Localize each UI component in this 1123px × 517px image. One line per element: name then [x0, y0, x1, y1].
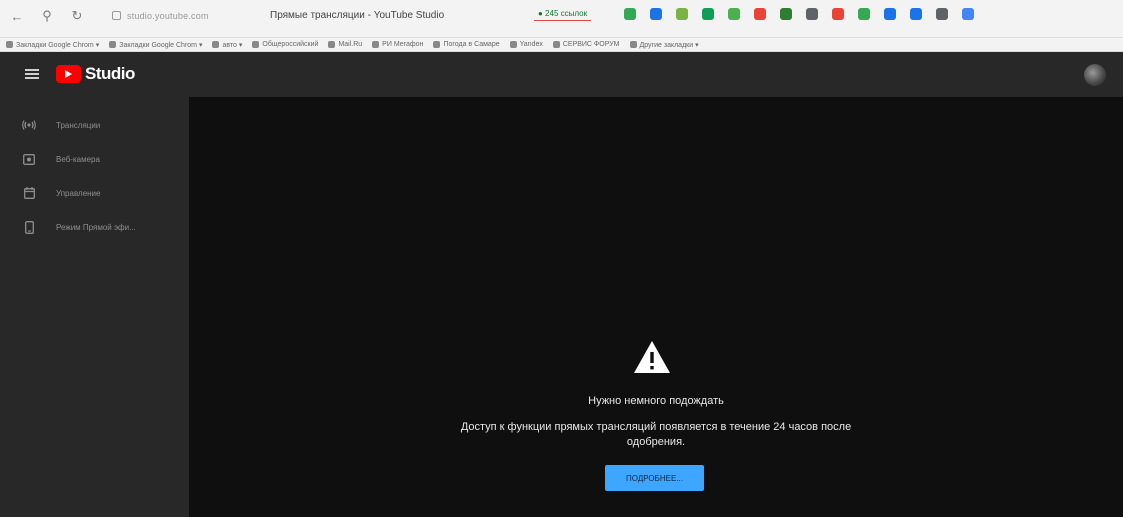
sidebar-item-label: Управление: [56, 188, 101, 198]
bookmark-item[interactable]: Другие закладки ▾: [629, 41, 699, 49]
bookmark-icon: [372, 41, 380, 48]
sidebar-item-label: Режим Прямой эфи...: [56, 222, 136, 232]
avatar[interactable]: [1084, 64, 1106, 86]
learn-more-button[interactable]: ПОДРОБНЕЕ...: [605, 465, 704, 491]
extension-icon[interactable]: [728, 8, 740, 20]
sidebar: Трансляции Веб-камера Управление Режим П…: [0, 97, 189, 517]
bookmarks-bar: Закладки Google Chrom ▾ Закладки Google C…: [0, 38, 1123, 52]
reload-icon[interactable]: ↻: [68, 7, 86, 25]
logo-text: Studio: [85, 64, 135, 83]
webcam-icon: [22, 153, 36, 165]
link-count-badge[interactable]: ● 245 ссылок: [534, 9, 592, 21]
bookmark-icon: [212, 41, 220, 48]
extension-icon[interactable]: [650, 8, 662, 20]
sidebar-item-webcam[interactable]: Веб-камера: [22, 149, 100, 169]
extension-icon[interactable]: [806, 8, 818, 20]
bookmark-icon: [509, 41, 517, 48]
sidebar-item-label: Трансляции: [56, 120, 101, 130]
bookmark-item[interactable]: Погода в Самаре: [433, 41, 500, 48]
bookmark-item[interactable]: Закладки Google Chrom ▾: [109, 41, 202, 49]
bookmark-icon: [552, 41, 560, 48]
account-icon[interactable]: ⚲: [38, 7, 56, 25]
browser-nav: ← ⚲ ↻: [8, 7, 98, 25]
extension-icon[interactable]: [884, 8, 896, 20]
bookmark-label: Yandex: [519, 41, 543, 48]
live-icon: [22, 119, 36, 131]
bookmark-label: Общероссийский: [262, 41, 319, 48]
bookmark-item[interactable]: Mail.Ru: [328, 41, 362, 48]
bookmark-icon: [109, 41, 117, 48]
extensions-toolbar: [624, 8, 988, 20]
bookmark-label: Другие закладки ▾: [639, 41, 699, 49]
message-title: Нужно немного подождать: [588, 395, 724, 407]
warning-icon: [634, 341, 670, 373]
sidebar-item-mobile-live[interactable]: Режим Прямой эфи...: [22, 217, 136, 237]
bookmark-icon: [433, 41, 441, 48]
bookmark-label: СЕРВИС ФОРУМ: [562, 41, 620, 48]
bookmark-icon: [629, 41, 637, 48]
extension-icon[interactable]: [832, 8, 844, 20]
youtube-studio-app: Studio Трансляции Веб-камера Управление …: [0, 52, 1123, 517]
extension-icon[interactable]: [754, 8, 766, 20]
bookmark-label: авто ▾: [222, 41, 243, 49]
address-bar[interactable]: studio.youtube.com: [112, 8, 252, 23]
browser-toolbar: ← ⚲ ↻ studio.youtube.com Прямые трансляц…: [0, 0, 1123, 38]
bookmark-item[interactable]: Общероссийский: [252, 41, 318, 48]
extension-icon[interactable]: [962, 8, 974, 20]
sidebar-item-live[interactable]: Трансляции: [22, 115, 100, 135]
phone-icon: [22, 220, 36, 234]
sidebar-item-manage[interactable]: Управление: [22, 183, 100, 203]
youtube-play-icon: [56, 65, 81, 83]
extension-icon[interactable]: [624, 8, 636, 20]
bookmark-label: РИ Мегафон: [382, 41, 424, 48]
bookmark-item[interactable]: авто ▾: [212, 41, 242, 49]
bookmark-icon: [328, 41, 336, 48]
studio-logo[interactable]: Studio: [56, 64, 135, 84]
extension-icon[interactable]: [780, 8, 792, 20]
page-title: Прямые трансляции - YouTube Studio: [270, 10, 445, 21]
bookmark-label: Закладки Google Chrom ▾: [16, 41, 100, 49]
message-body: Доступ к функции прямых трансляций появл…: [460, 421, 852, 448]
extension-icon[interactable]: [702, 8, 714, 20]
bookmark-label: Погода в Самаре: [443, 41, 500, 48]
bookmark-item[interactable]: СЕРВИС ФОРУМ: [552, 41, 620, 48]
extension-icon[interactable]: [676, 8, 688, 20]
bookmark-label: Mail.Ru: [338, 41, 363, 48]
extension-icon[interactable]: [910, 8, 922, 20]
bookmark-label: Закладки Google Chrom ▾: [119, 41, 203, 49]
back-icon[interactable]: ←: [8, 7, 26, 25]
extension-icon[interactable]: [936, 8, 948, 20]
extension-icon[interactable]: [858, 8, 870, 20]
lock-icon: [112, 11, 121, 20]
menu-icon[interactable]: [25, 67, 39, 81]
bookmark-item[interactable]: Закладки Google Chrom ▾: [6, 41, 99, 49]
bookmark-icon: [6, 41, 13, 48]
bookmark-item[interactable]: Yandex: [509, 41, 543, 48]
studio-header: Studio: [0, 52, 1123, 97]
bookmark-icon: [252, 41, 260, 48]
url-text: studio.youtube.com: [127, 10, 209, 21]
main-content: Нужно немного подождать Доступ к функции…: [189, 97, 1123, 517]
bookmark-item[interactable]: РИ Мегафон: [372, 41, 423, 48]
screenshot-frame: ← ⚲ ↻ studio.youtube.com Прямые трансляц…: [0, 0, 1123, 517]
sidebar-item-label: Веб-камера: [56, 154, 100, 164]
calendar-icon: [22, 187, 36, 199]
